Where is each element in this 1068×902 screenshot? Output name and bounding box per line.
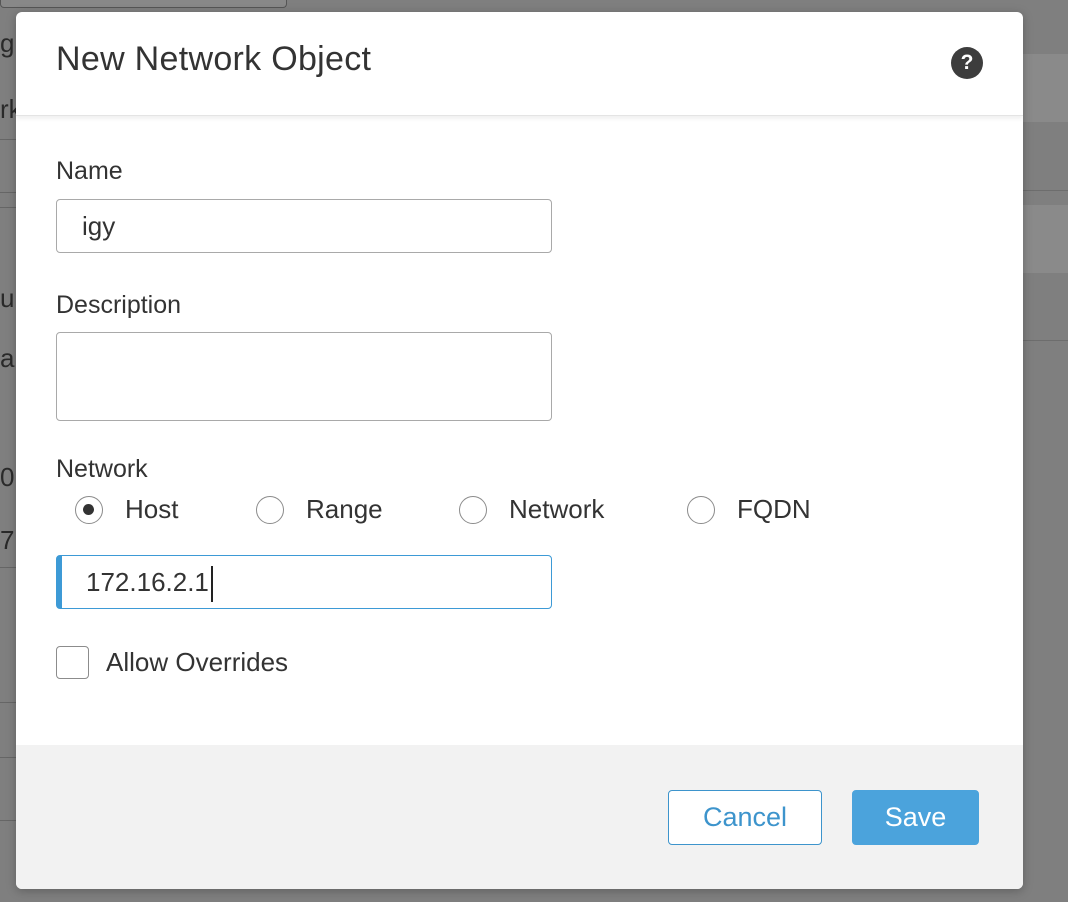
help-icon[interactable]: ? — [951, 47, 983, 79]
background-text: 7 — [0, 525, 15, 555]
cancel-button[interactable]: Cancel — [668, 790, 822, 845]
background-divider — [0, 820, 16, 821]
radio-range[interactable]: Range — [256, 494, 383, 525]
radio-label-network: Network — [509, 494, 605, 524]
network-value-input[interactable]: 172.16.2.1 — [56, 555, 552, 609]
background-divider — [0, 207, 16, 208]
dialog-footer: Cancel Save — [16, 745, 1023, 889]
allow-overrides-label: Allow Overrides — [106, 647, 289, 677]
save-button[interactable]: Save — [852, 790, 979, 845]
background-text: g — [0, 28, 15, 58]
background-divider — [1022, 340, 1068, 341]
background-divider — [0, 139, 16, 140]
background-input-box — [0, 0, 287, 8]
background-text: 0 — [0, 462, 15, 492]
radio-label-range: Range — [306, 494, 383, 524]
background-band — [1022, 205, 1068, 273]
description-label: Description — [56, 291, 182, 319]
network-value-text: 172.16.2.1 — [86, 567, 209, 597]
radio-unchecked-icon — [256, 495, 284, 524]
background-divider — [0, 757, 16, 758]
background-divider — [1022, 190, 1068, 191]
radio-checked-icon — [75, 495, 103, 524]
dialog-header: New Network Object ? — [16, 12, 1023, 116]
network-type-radio-group: Host Range Network FQDN — [16, 494, 1023, 530]
background-divider — [0, 567, 16, 568]
radio-fqdn[interactable]: FQDN — [687, 494, 811, 525]
dialog-title: New Network Object — [56, 40, 372, 78]
background-divider — [0, 192, 16, 193]
network-label: Network — [56, 455, 148, 483]
text-cursor — [210, 566, 213, 603]
radio-host[interactable]: Host — [75, 494, 178, 525]
name-label: Name — [56, 157, 123, 185]
radio-label-host: Host — [125, 494, 179, 524]
description-textarea[interactable] — [56, 332, 552, 421]
allow-overrides-checkbox[interactable] — [56, 646, 89, 679]
radio-unchecked-icon — [459, 495, 487, 524]
new-network-object-dialog: New Network Object ? Name igy Descriptio… — [16, 12, 1023, 889]
radio-unchecked-icon — [687, 495, 715, 524]
background-divider — [0, 702, 16, 703]
name-input[interactable]: igy — [56, 199, 552, 253]
background-band — [1022, 54, 1068, 122]
radio-label-fqdn: FQDN — [737, 494, 811, 524]
radio-network[interactable]: Network — [459, 494, 604, 525]
allow-overrides-checkbox-row[interactable]: Allow Overrides — [56, 646, 288, 679]
